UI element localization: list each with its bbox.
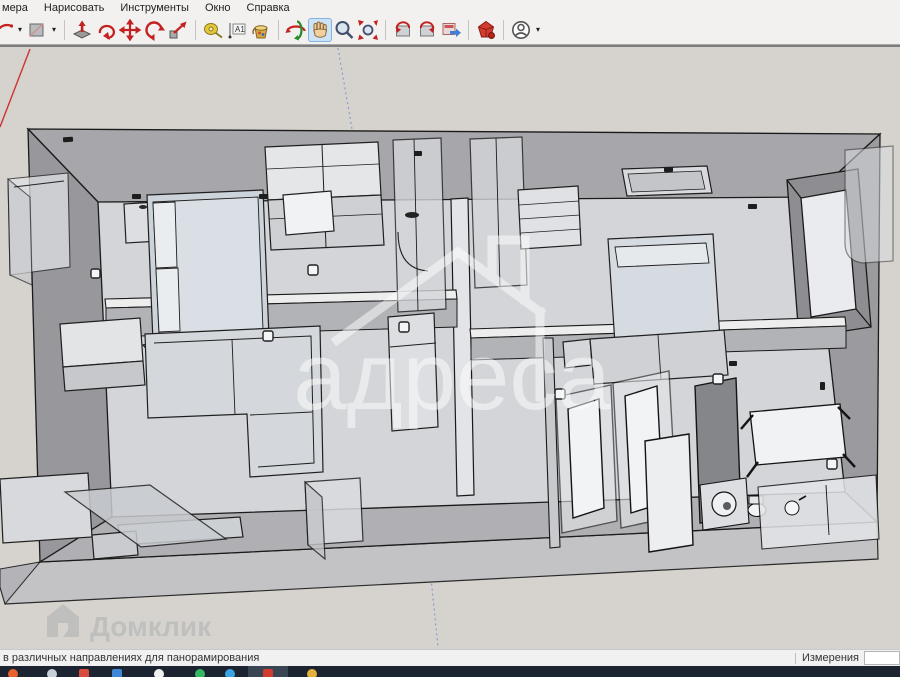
scale-tool-icon[interactable] [166, 18, 190, 42]
watermark-logo: Домклик [47, 604, 212, 642]
toolbar-separator [503, 19, 504, 40]
toolbar: ▾ ▾ A1 ▾ [0, 15, 900, 45]
taskbar-app-icon[interactable] [79, 669, 89, 677]
taskbar-app-icon[interactable] [263, 669, 273, 677]
dimensions-tool-icon[interactable]: A1 [225, 18, 249, 42]
taskbar-app-icon[interactable] [47, 669, 57, 677]
menu-help[interactable]: Справка [246, 2, 291, 14]
taskbar-app-icon[interactable] [225, 669, 235, 677]
arc-tool-icon[interactable] [0, 18, 15, 42]
taskbar-app-icon[interactable] [8, 669, 18, 677]
arc-tool-dropdown-icon[interactable]: ▾ [15, 25, 25, 34]
menu-camera[interactable]: мера [1, 2, 29, 14]
status-bar: в различных направлениях для панорамиров… [0, 649, 900, 666]
taskbar-app-icon[interactable] [154, 669, 164, 677]
taskbar-app-icon[interactable] [195, 669, 205, 677]
follow-me-tool-icon[interactable] [94, 18, 118, 42]
previous-view-icon[interactable] [391, 18, 415, 42]
taskbar-app-icon[interactable] [307, 669, 317, 677]
status-hint: в различных направлениях для панорамиров… [3, 652, 260, 664]
move-tool-icon[interactable] [118, 18, 142, 42]
logo-text: Домклик [90, 611, 212, 642]
status-divider [794, 652, 796, 664]
toolbar-separator [64, 19, 65, 40]
license-icon[interactable] [474, 18, 498, 42]
rotate-tool-icon[interactable] [142, 18, 166, 42]
toolbar-separator [278, 19, 279, 40]
push-pull-tool-icon[interactable] [70, 18, 94, 42]
next-view-icon[interactable] [415, 18, 439, 42]
zoom-tool-icon[interactable] [332, 18, 356, 42]
watermark-text: адреса [293, 323, 611, 430]
shapes-tool-dropdown-icon[interactable]: ▾ [49, 25, 59, 34]
pan-tool-icon[interactable] [308, 17, 332, 42]
toolbar-separator [195, 19, 196, 40]
toolbar-separator [468, 19, 469, 40]
measurements-input[interactable] [864, 651, 900, 665]
menu-tools[interactable]: Инструменты [119, 2, 190, 14]
paint-bucket-tool-icon[interactable] [249, 18, 273, 42]
shapes-tool-icon[interactable] [25, 18, 49, 42]
svg-text:A1: A1 [235, 25, 245, 34]
left-window [7, 172, 71, 286]
menu-draw[interactable]: Нарисовать [43, 2, 105, 14]
toolbar-separator [385, 19, 386, 40]
zoom-extents-tool-icon[interactable] [356, 18, 380, 42]
windows-taskbar[interactable] [0, 666, 900, 677]
taskbar-app-icon[interactable] [112, 669, 122, 677]
account-dropdown-icon[interactable]: ▾ [533, 25, 543, 34]
menu-bar: мера Нарисовать Инструменты Окно Справка [0, 0, 900, 15]
tape-measure-tool-icon[interactable] [201, 18, 225, 42]
measurements-label: Измерения [801, 652, 859, 664]
menu-window[interactable]: Окно [204, 2, 232, 14]
3d-model-canvas[interactable]: адреса Домклик [0, 47, 900, 649]
orbit-tool-icon[interactable] [284, 18, 308, 42]
share-view-icon[interactable] [439, 18, 463, 42]
account-icon[interactable] [509, 18, 533, 42]
glass-partition [844, 145, 894, 264]
model-viewport[interactable]: адреса Домклик [0, 45, 900, 649]
